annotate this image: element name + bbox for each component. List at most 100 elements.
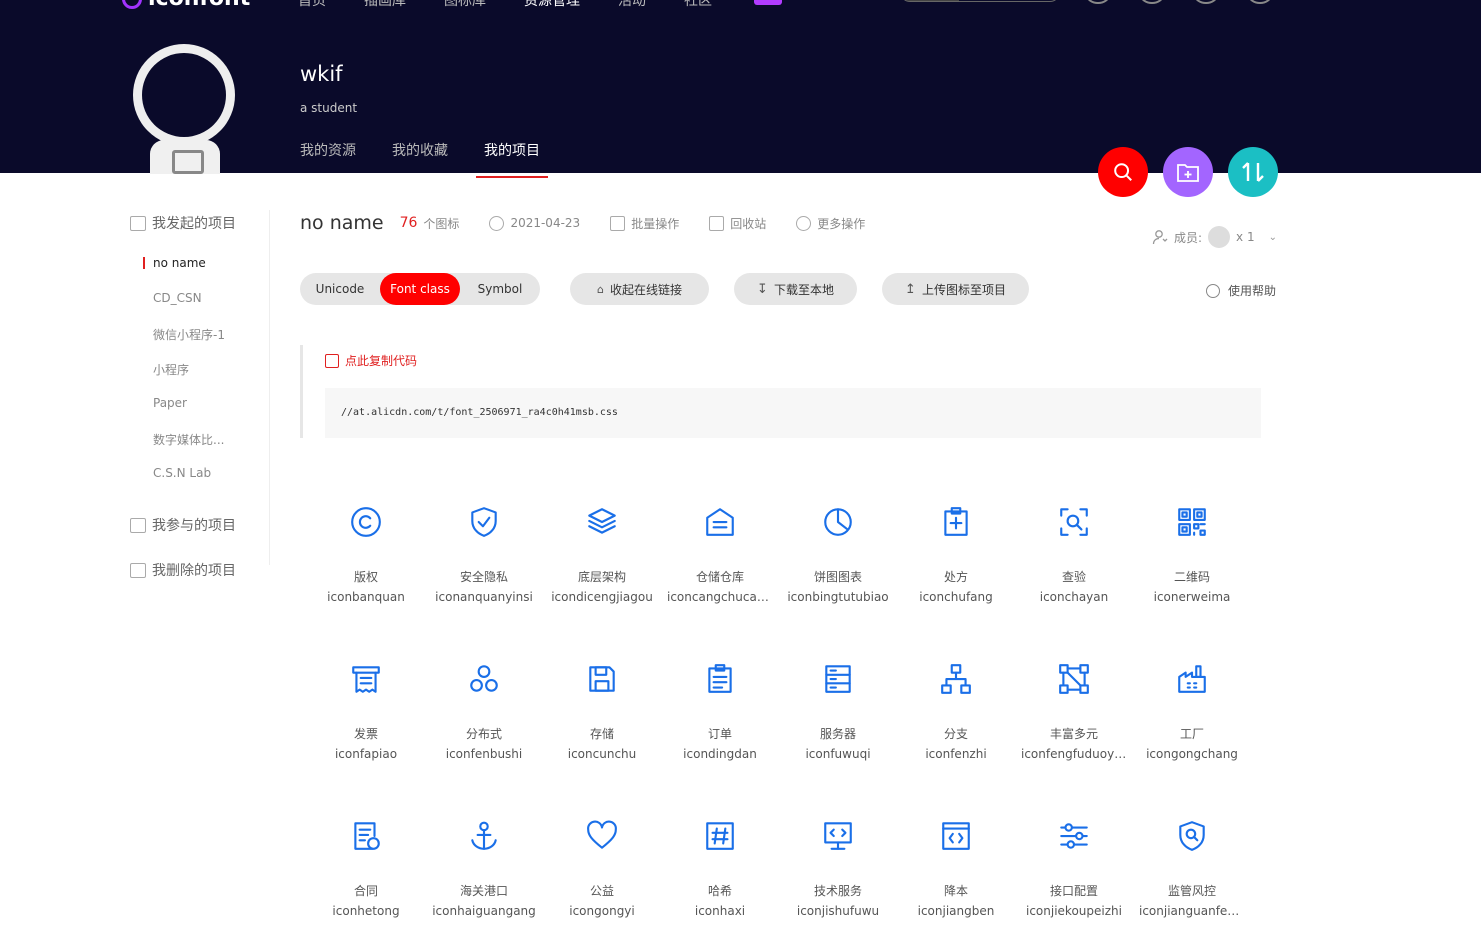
icon-card[interactable]: 合同 iconhetong [307, 812, 425, 952]
icon-class: iconbingtutubiao [787, 590, 889, 604]
icon-card[interactable]: 二维码 iconerweima [1133, 498, 1251, 638]
icon-card[interactable]: 分布式 iconfenbushi [425, 655, 543, 795]
collapse-link-button[interactable]: ⌂ 收起在线链接 [570, 273, 709, 305]
icon-card[interactable]: 版权 iconbanquan [307, 498, 425, 638]
icon-class: icongongchang [1146, 747, 1238, 761]
add-folder-button[interactable] [1163, 147, 1213, 197]
icon-name: 公益 [589, 884, 614, 898]
icon-name: 二维码 [1173, 570, 1210, 584]
icon-card[interactable]: 分支 iconfenzhi [897, 655, 1015, 795]
nav-resources[interactable]: 资源管理 [524, 0, 580, 10]
icon-card[interactable]: 降本 iconjiangben [897, 812, 1015, 952]
search-scope[interactable] [901, 0, 959, 1]
nav-home[interactable]: 首页 [298, 0, 326, 10]
icon-name: 仓储仓库 [695, 570, 744, 584]
tab-symbol[interactable]: Symbol [460, 273, 540, 305]
sidebar-item-csn-lab[interactable]: C.S.N Lab [153, 466, 211, 480]
nav-community[interactable]: 社区 [684, 0, 820, 10]
icon-card[interactable]: 技术服务 iconjishufuwu [779, 812, 897, 952]
icon-card[interactable]: 工厂 icongongchang [1133, 655, 1251, 795]
icon-class: iconfenbushi [445, 747, 523, 761]
my-created-projects-header[interactable]: 我发起的项目 [130, 213, 236, 233]
icon-card[interactable]: 丰富多元 iconfengfuduoyuan [1015, 655, 1133, 795]
members-dropdown[interactable]: 成员: x 1 ⌄ [1152, 226, 1277, 248]
upload-icon[interactable] [1194, 0, 1218, 4]
nav-icons[interactable]: 图标库 [444, 0, 486, 10]
icon-card[interactable]: 订单 icondingdan [661, 655, 779, 795]
search-button[interactable] [1098, 147, 1148, 197]
search-input[interactable] [900, 0, 1060, 2]
anchor-icon [471, 821, 497, 850]
nodes-icon [1059, 664, 1089, 694]
icon-name: 海关港口 [459, 884, 508, 898]
prescription-icon [944, 507, 968, 536]
logo-icon [122, 0, 142, 9]
my-joined-projects-header[interactable]: 我参与的项目 [130, 515, 236, 535]
batch-operation-button[interactable]: 批量操作 [610, 215, 679, 232]
upload-icons-button[interactable]: ↥ 上传图标至项目 [882, 273, 1029, 305]
logo[interactable]: iconfont [122, 0, 250, 11]
icon-name: 工厂 [1179, 727, 1204, 741]
more-icon [796, 215, 812, 231]
nav-activities[interactable]: 活动 [618, 0, 646, 10]
sidebar-item-cd-csn[interactable]: CD_CSN [153, 291, 202, 305]
chevron-down-icon: ⌄ [1268, 231, 1277, 243]
my-deleted-projects-header[interactable]: 我删除的项目 [130, 560, 236, 580]
nav-more[interactable]: ··· [858, 0, 871, 10]
icon-card[interactable]: 安全隐私 iconanquanyinsi [425, 498, 543, 638]
shield-search-icon [1179, 821, 1205, 851]
nav-illustrations[interactable]: 插画库 [364, 0, 406, 10]
icon-card[interactable]: 查验 iconchayan [1015, 498, 1133, 638]
icon-card[interactable]: 公益 icongongyi [543, 812, 661, 952]
tab-unicode[interactable]: Unicode [300, 273, 380, 305]
tab-my-favorites[interactable]: 我的收藏 [392, 140, 448, 178]
sidebar-item-paper[interactable]: Paper [153, 396, 187, 410]
help-link[interactable]: 使用帮助 [1206, 282, 1276, 299]
search-icon [1114, 163, 1132, 181]
copy-code-link[interactable]: 点此复制代码 [325, 352, 417, 369]
tab-my-projects[interactable]: 我的项目 [476, 140, 548, 178]
project-name: no name [300, 212, 384, 234]
icon-card[interactable]: 处方 iconchufang [897, 498, 1015, 638]
download-button[interactable]: ↧ 下载至本地 [734, 273, 857, 305]
trash-icon [709, 215, 725, 231]
icon-class: iconhetong [332, 904, 400, 918]
icon-card[interactable]: 底层架构 icondicengjiagou [543, 498, 661, 638]
copyright-icon [351, 507, 381, 537]
icon-card[interactable]: 哈希 iconhaxi [661, 812, 779, 952]
sidebar-item-miniprogram[interactable]: 小程序 [153, 361, 189, 378]
icon-card[interactable]: 海关港口 iconhaiguangang [425, 812, 543, 952]
cart-icon[interactable] [1248, 0, 1272, 4]
more-operations-button[interactable]: 更多操作 [796, 215, 865, 232]
user-icon [1152, 230, 1168, 245]
icon-card[interactable]: 发票 iconfapiao [307, 655, 425, 795]
icon-class: iconbanquan [327, 590, 405, 604]
sidebar-item-digital-media[interactable]: 数字媒体比... [153, 431, 224, 448]
tab-my-resources[interactable]: 我的资源 [300, 140, 356, 178]
sort-button[interactable] [1228, 147, 1278, 197]
icon-class: icondicengjiagou [551, 590, 653, 604]
icon-card[interactable]: 存储 iconcunchu [543, 655, 661, 795]
code-url[interactable]: //at.alicdn.com/t/font_2506971_ra4c0h41m… [325, 388, 1261, 438]
tab-font-class[interactable]: Font class [380, 273, 460, 305]
icon-card[interactable]: 监管风控 iconjianguanfengkong [1133, 812, 1251, 952]
icon-card[interactable]: 接口配置 iconjiekoupeizhi [1015, 812, 1133, 952]
clock-icon [489, 215, 505, 231]
warehouse-icon [706, 508, 734, 536]
icon-card[interactable]: 饼图图表 iconbingtutubiao [779, 498, 897, 638]
layers-icon [588, 508, 616, 534]
document-icon [130, 517, 146, 533]
recycle-bin-button[interactable]: 回收站 [709, 215, 766, 232]
sidebar-item-wechat-miniprogram[interactable]: 微信小程序-1 [153, 326, 225, 343]
icon-card[interactable]: 仓储仓库 iconcangchucangku [661, 498, 779, 638]
top-nav: iconfont 首页 插画库 图标库 资源管理 活动 社区 ··· [0, 0, 1481, 12]
sidebar-item-no-name[interactable]: no name [143, 256, 206, 270]
icon-name: 发票 [353, 727, 378, 741]
icon-card[interactable]: 服务器 iconfuwuqi [779, 655, 897, 795]
github-icon[interactable] [1086, 0, 1110, 4]
hash-icon [706, 822, 734, 850]
icon-class: iconfenzhi [925, 747, 987, 761]
icon-count: 76 [399, 215, 418, 231]
language-icon[interactable] [1140, 0, 1164, 4]
copy-icon [325, 353, 339, 368]
